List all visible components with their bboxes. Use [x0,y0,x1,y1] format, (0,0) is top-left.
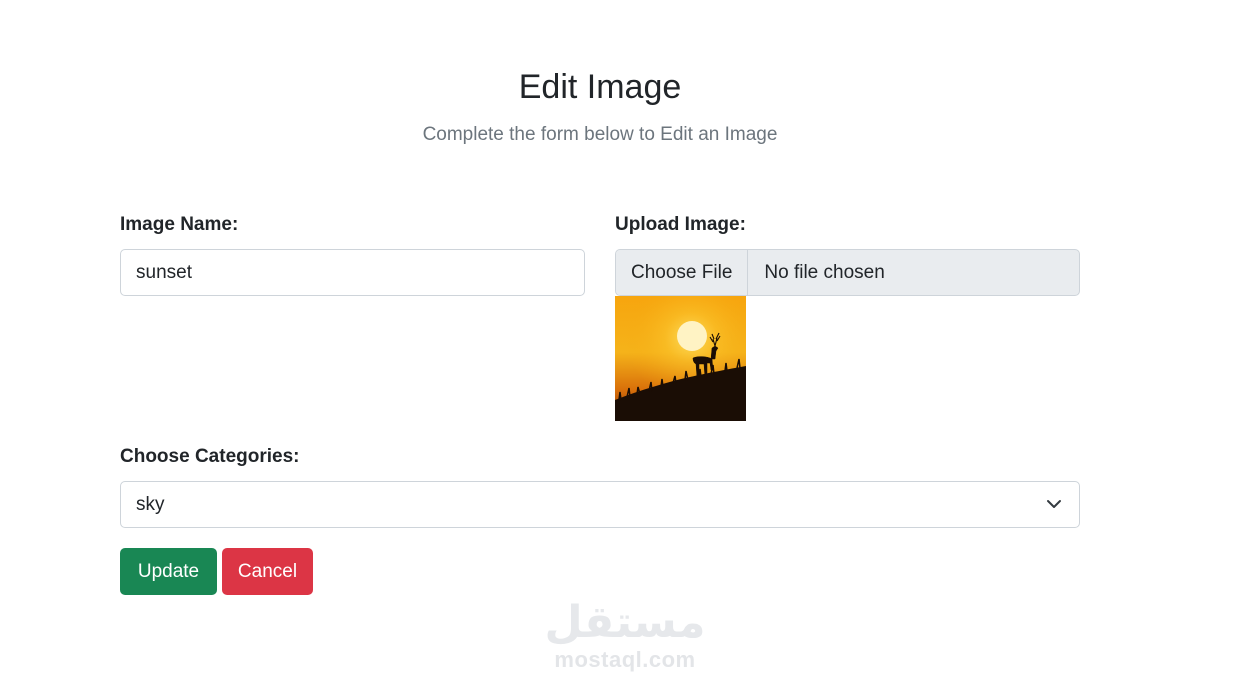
watermark-latin: mostaql.com [554,647,696,672]
upload-image-label: Upload Image: [615,214,746,235]
page-title: Edit Image [518,68,682,106]
file-upload-input[interactable]: Choose File No file chosen [615,249,1080,296]
image-name-input[interactable] [120,249,585,296]
deer-sunset-image [615,296,746,421]
page-subtitle: Complete the form below to Edit an Image [422,124,778,145]
file-status-text: No file chosen [764,261,885,283]
watermark-arabic: مستقل [544,598,706,647]
categories-label: Choose Categories: [120,446,300,467]
image-preview [615,296,746,421]
watermark-logo: مستقل mostaql.com [540,598,710,678]
category-select-value: sky [136,493,165,515]
chevron-down-icon [1047,500,1061,508]
choose-file-button[interactable]: Choose File [616,250,749,295]
category-select[interactable]: sky [120,481,1080,528]
cancel-button[interactable]: Cancel [222,548,313,595]
image-name-label: Image Name: [120,214,239,235]
update-button[interactable]: Update [120,548,217,595]
